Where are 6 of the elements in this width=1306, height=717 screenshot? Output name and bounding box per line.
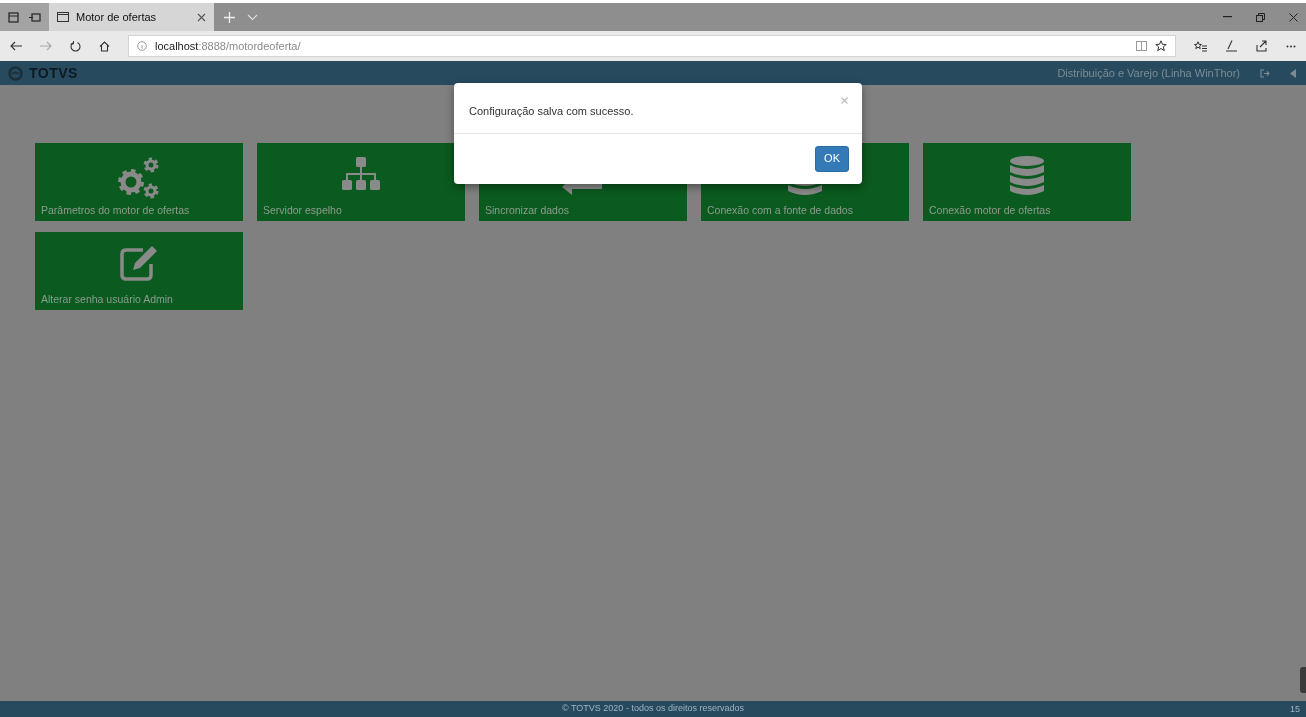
copyright-text: © TOTVS 2020 - todos os direitos reservados — [562, 702, 744, 716]
version-text: 15 — [1290, 703, 1300, 716]
brand-name: TOTVS — [29, 63, 78, 83]
dialog-message: Configuração salva com sucesso. — [469, 104, 634, 119]
company-name: Distribuição e Varejo (Linha WinThor) — [1057, 65, 1240, 81]
tab-title: Motor de ofertas — [76, 9, 157, 25]
